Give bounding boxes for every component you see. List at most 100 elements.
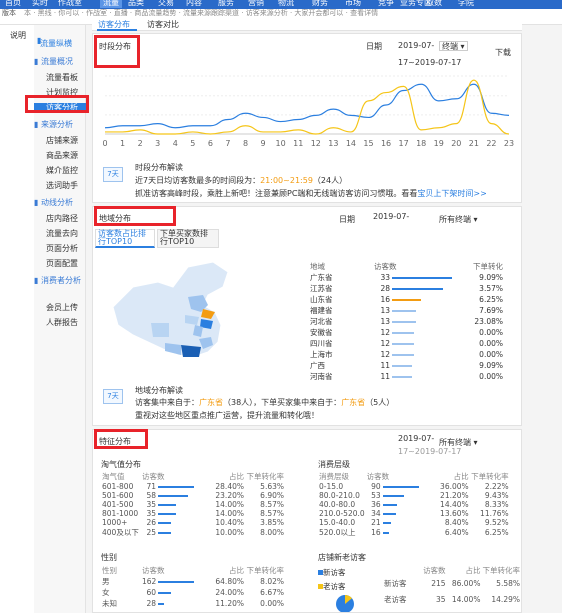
col-header: 下单转化率 (246, 566, 285, 575)
topnav-item[interactable]: 交易 (158, 0, 174, 8)
sidebar-group[interactable]: ▮ 来源分析 (34, 120, 86, 130)
topnav-item[interactable]: 学院 (458, 0, 474, 8)
legend-new: 新访客 (318, 567, 346, 578)
topnav-item[interactable]: 取数 (426, 0, 442, 8)
row-conversion: 9.52% (484, 518, 509, 527)
region-terminal-value: 所有终端 (439, 215, 471, 224)
sidebar-item[interactable]: 人群报告 (34, 318, 86, 328)
x-tick-label: 18 (416, 139, 426, 148)
download-button[interactable]: 下载 (495, 47, 511, 58)
date-picker[interactable]: 2019-07- (398, 41, 434, 50)
region-bar (392, 321, 416, 323)
cell: 5.58% (496, 578, 520, 588)
topnav-item[interactable]: 实时 (32, 0, 48, 8)
region-name: 河北省 (310, 317, 333, 326)
topnav-item[interactable]: 竞争 (378, 0, 394, 8)
col-header: 占比 (465, 566, 481, 575)
topnav-item[interactable]: 作战室 (58, 0, 82, 8)
topnav-item[interactable]: 品类 (128, 0, 144, 8)
row-percent: 21.20% (440, 491, 469, 500)
sidebar-item[interactable]: 页面配置 (34, 259, 86, 269)
sidebar-item[interactable]: 店铺来源 (34, 136, 86, 146)
topnav-item[interactable]: 服务 (218, 0, 234, 8)
x-tick-label: 21 (469, 139, 479, 148)
row-key: 501-600 (102, 491, 134, 500)
row-bar (382, 513, 397, 515)
col-header: 占比 (229, 566, 244, 575)
listing-time-link[interactable]: 宝贝上下架时间>> (417, 189, 486, 198)
table-row: 401-500 35 14.00% 8.57% (101, 500, 285, 509)
x-tick-label: 0 (102, 139, 107, 148)
region-visitors: 13 (373, 305, 459, 316)
feature-terminal-select[interactable]: 所有终端 ▾ (439, 437, 478, 448)
feature-date-picker[interactable]: 2019-07- (398, 434, 434, 443)
region-bar (392, 277, 453, 279)
topnav-item[interactable]: 内容 (186, 0, 202, 8)
sidebar-item[interactable]: 店内路径 (34, 214, 86, 224)
sidebar-item[interactable]: 流量去向 (34, 229, 86, 239)
x-tick-label: 14 (346, 139, 356, 148)
tab2-line2: 行TOP10 (160, 237, 195, 246)
region-terminal-select[interactable]: 所有终端 ▾ (439, 214, 478, 225)
region-row: 广东省 33 9.09% (309, 272, 504, 283)
row-count: 34 (366, 509, 426, 518)
region-conv: 3.57% (479, 284, 503, 293)
region-bar (392, 343, 414, 345)
region-visitors: 33 (373, 272, 459, 283)
sidebar-group[interactable]: ▮ 消费者分析 (34, 276, 86, 286)
row-percent: 10.40% (215, 518, 244, 527)
region-interp-line2: 重视对这些地区重点推广运营，提升流量和转化哦！ (135, 411, 319, 420)
sidebar-group[interactable]: ▮ 流量概况 (34, 57, 86, 67)
sidebar-item[interactable]: 媒介监控 (34, 166, 86, 176)
region-row: 安徽省 12 0.00% (309, 327, 504, 338)
region-row: 河北省 13 23.08% (309, 316, 504, 327)
topnav-item[interactable]: 流量 (100, 0, 122, 8)
region-interp-a: 访客集中来自于： (135, 398, 199, 407)
region-visitors: 12 (373, 338, 459, 349)
region-date-picker[interactable]: 2019-07- (373, 212, 409, 221)
help-link[interactable]: 说明 (10, 30, 26, 41)
region-name: 广西 (310, 361, 325, 370)
sidebar-group-label: 流量概况 (40, 57, 73, 66)
cell: 35 (436, 594, 446, 604)
series-line (104, 83, 510, 129)
region-bar (392, 299, 422, 301)
row-bar (158, 532, 171, 534)
sidebar-item[interactable]: 选词助手 (34, 181, 86, 191)
col-header: 下单转化率 (471, 472, 509, 481)
sidebar-title[interactable]: 流量纵横 (40, 38, 72, 49)
tab-buyer-top10[interactable]: 下单买家数排 行TOP10 (157, 229, 219, 248)
topnav-item[interactable]: 市场 (345, 0, 361, 8)
region-row: 四川省 12 0.00% (309, 338, 504, 349)
tab-visitor-top10[interactable]: 访客数占比排 行TOP10 (95, 229, 155, 248)
newold-pie (336, 595, 354, 612)
sidebar-group-label: 来源分析 (40, 120, 73, 129)
sidebar-item[interactable]: 流量看板 (34, 73, 86, 83)
topnav-item[interactable]: 物流 (278, 0, 294, 8)
tab-visitor-compare[interactable]: 访客对比 (147, 19, 179, 30)
time-interp-title: 时段分布解读 (135, 163, 183, 172)
row-count: 28 (141, 598, 201, 609)
topnav-item[interactable]: 首页 (5, 0, 21, 8)
sidebar-group[interactable]: ▮ 动线分析 (34, 198, 86, 208)
terminal-select[interactable]: 终端 ▾ (439, 41, 468, 51)
col-header: 下单转化率 (246, 472, 285, 481)
sidebar-item[interactable]: 商品来源 (34, 151, 86, 161)
region-name: 四川省 (310, 339, 333, 348)
sidebar-item[interactable]: 会员上传 (34, 303, 86, 313)
topnav-item[interactable]: 财务 (312, 0, 328, 8)
row-conversion: 8.02% (260, 577, 284, 586)
region-date-label: 日期 (339, 215, 355, 224)
topnav-item[interactable]: 营销 (248, 0, 264, 8)
chart-icon: ▮ (34, 57, 39, 66)
table-row: 新访客 215 86.00% 5.58% (383, 576, 521, 590)
terminal-select-value: 终端 (442, 42, 458, 51)
table-row: 15.0-40.0 21 8.40% 9.52% (318, 518, 510, 527)
sidebar-item[interactable]: 页面分析 (34, 244, 86, 254)
legend-old: 老访客 (318, 581, 346, 592)
region-visitors: 11 (373, 371, 459, 382)
col-visitors: 访客数 (374, 262, 397, 271)
col-header: 性别 (102, 566, 117, 575)
region-table: 地域 访客数 下单转化 广东省 33 9.09% 江苏省 28 3.57% 山东省 16 6.… (309, 261, 504, 382)
region-name: 上海市 (310, 350, 333, 359)
